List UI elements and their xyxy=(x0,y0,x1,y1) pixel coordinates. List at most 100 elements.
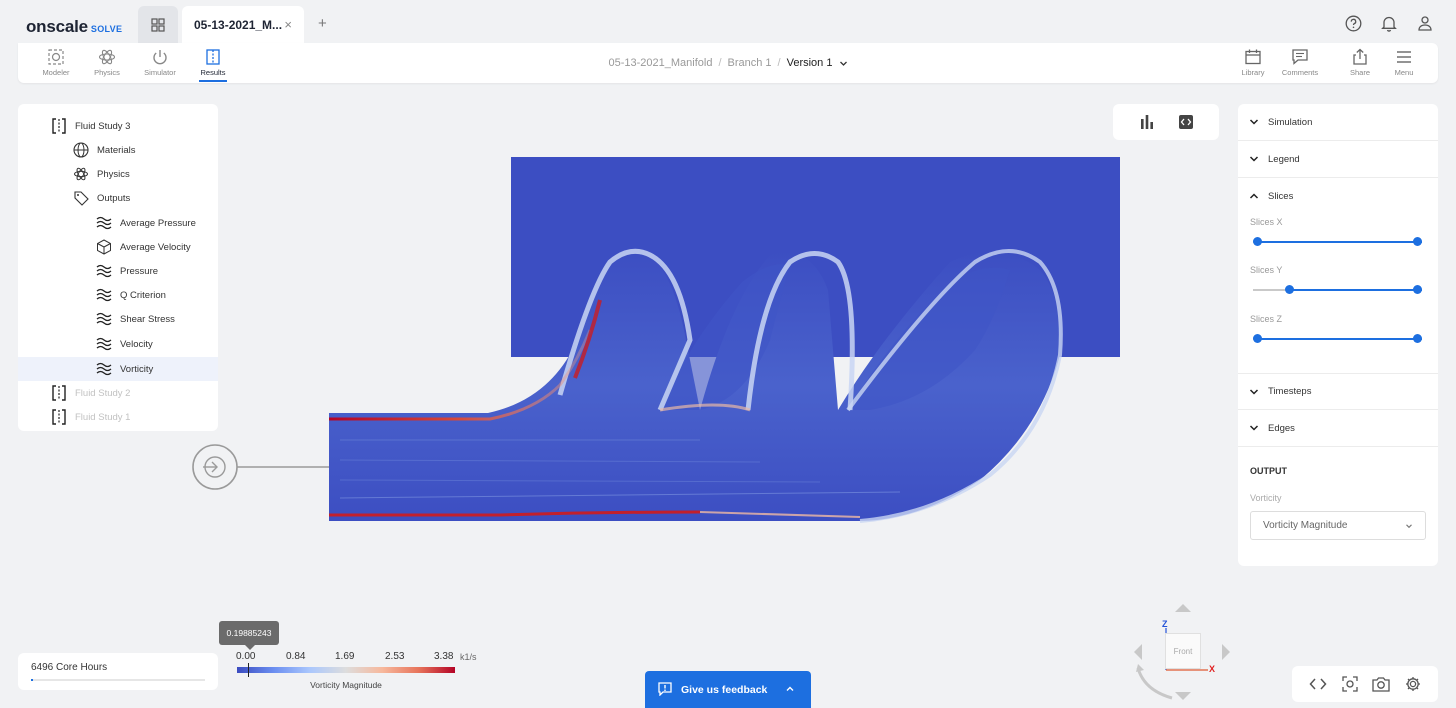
chevron-up-icon xyxy=(786,686,794,691)
logo[interactable]: onscale SOLVE xyxy=(26,17,122,37)
study-icon xyxy=(51,118,67,134)
roll-arc-icon[interactable] xyxy=(1136,667,1173,700)
slider-handle-min[interactable] xyxy=(1253,334,1262,343)
user-icon[interactable] xyxy=(1416,14,1434,32)
slider-handle-min[interactable] xyxy=(1285,285,1294,294)
rotate-up-icon[interactable] xyxy=(1175,604,1191,612)
share-tool[interactable]: Share xyxy=(1336,48,1384,77)
bar-chart-icon[interactable] xyxy=(1139,114,1155,130)
slices-z-slider[interactable] xyxy=(1253,334,1422,344)
fit-view-icon[interactable] xyxy=(1342,676,1358,692)
cube-front-face[interactable]: Front xyxy=(1165,633,1201,669)
colorbar-unit: k1/s xyxy=(460,652,477,662)
study-icon xyxy=(51,385,67,401)
rotate-down-icon[interactable] xyxy=(1175,692,1191,700)
comment-icon xyxy=(1292,49,1308,65)
tree-item-fluid-study-2[interactable]: Fluid Study 2 xyxy=(18,381,218,405)
inlet-icon[interactable] xyxy=(192,444,238,490)
tree-item-average-velocity[interactable]: Average Velocity xyxy=(18,235,218,259)
tree-item-materials[interactable]: Materials xyxy=(18,138,218,162)
wave-icon xyxy=(96,215,112,231)
rotate-left-icon[interactable] xyxy=(1134,644,1142,660)
tree-item-shear-stress[interactable]: Shear Stress xyxy=(18,307,218,331)
wave-icon xyxy=(96,311,112,327)
section-slices[interactable]: Slices xyxy=(1238,178,1438,215)
output-label: Vorticity xyxy=(1250,493,1282,503)
library-tool[interactable]: Library xyxy=(1229,48,1277,77)
tree-item-q-criterion[interactable]: Q Criterion xyxy=(18,283,218,307)
output-header: OUTPUT xyxy=(1250,466,1287,476)
code-box-icon[interactable] xyxy=(1178,114,1194,130)
slices-x-label: Slices X xyxy=(1250,217,1283,227)
colorbar-gradient xyxy=(237,667,455,673)
tree-item-average-pressure[interactable]: Average Pressure xyxy=(18,211,218,235)
section-simulation[interactable]: Simulation xyxy=(1238,104,1438,141)
share-icon xyxy=(1353,48,1367,65)
viewport-tools xyxy=(1113,104,1219,140)
close-tab-icon[interactable]: × xyxy=(284,17,292,32)
comments-tool[interactable]: Comments xyxy=(1276,48,1324,77)
tree-item-pressure[interactable]: Pressure xyxy=(18,259,218,283)
chevron-down-icon xyxy=(1249,156,1259,162)
colorbar-title: Vorticity Magnitude xyxy=(310,680,382,690)
chevron-down-icon xyxy=(1249,425,1259,431)
chevron-down-icon[interactable] xyxy=(839,59,848,68)
breadcrumb-project[interactable]: 05-13-2021_Manifold xyxy=(608,57,712,69)
tree-item-fluid-study-3[interactable]: Fluid Study 3 xyxy=(18,114,218,138)
menu-tool[interactable]: Menu xyxy=(1380,48,1428,77)
view-controls xyxy=(1292,666,1438,702)
study-icon xyxy=(51,409,67,425)
main-toolbar: Modeler Physics Simulator Results 05-13-… xyxy=(18,43,1438,83)
tree-item-outputs[interactable]: Outputs xyxy=(18,186,218,210)
bell-icon[interactable] xyxy=(1380,14,1398,32)
add-tab-button[interactable]: + xyxy=(318,15,327,32)
section-edges[interactable]: Edges xyxy=(1238,410,1438,447)
study-tree: Fluid Study 3 Materials Physics Outputs … xyxy=(18,104,218,431)
core-hours-progress xyxy=(31,679,205,681)
axis-z-label: Z xyxy=(1162,619,1168,629)
breadcrumb-branch[interactable]: Branch 1 xyxy=(728,57,772,69)
colorbar-marker xyxy=(248,663,249,677)
help-icon[interactable] xyxy=(1344,14,1362,32)
wave-icon xyxy=(96,361,112,377)
apps-grid-tab[interactable] xyxy=(138,6,178,44)
axis-x-label: X xyxy=(1209,664,1215,674)
slider-handle-min[interactable] xyxy=(1253,237,1262,246)
code-icon[interactable] xyxy=(1309,677,1327,691)
section-timesteps[interactable]: Timesteps xyxy=(1238,373,1438,410)
chevron-down-icon xyxy=(1406,524,1412,529)
core-hours-card: 6496 Core Hours xyxy=(18,653,218,690)
gear-icon[interactable] xyxy=(1405,676,1421,692)
atom-icon xyxy=(73,166,89,182)
calendar-icon xyxy=(1245,49,1261,65)
output-select[interactable]: Vorticity Magnitude xyxy=(1250,511,1426,540)
colorbar-tick: 0.84 xyxy=(286,651,306,662)
slider-handle-max[interactable] xyxy=(1413,285,1422,294)
chevron-down-icon xyxy=(1249,389,1259,395)
file-tab[interactable]: 05-13-2021_M... × xyxy=(182,6,304,44)
feedback-button[interactable]: Give us feedback xyxy=(645,671,811,708)
tree-item-vorticity[interactable]: Vorticity xyxy=(18,357,218,381)
breadcrumb-version[interactable]: Version 1 xyxy=(787,57,833,69)
slider-handle-max[interactable] xyxy=(1413,334,1422,343)
colorbar-tick: 0.00 xyxy=(236,651,256,662)
colorbar-tick: 1.69 xyxy=(335,651,355,662)
colorbar-tick: 3.38 xyxy=(434,651,454,662)
colorbar-tick: 2.53 xyxy=(385,651,405,662)
slices-y-slider[interactable] xyxy=(1253,285,1422,295)
tree-item-velocity[interactable]: Velocity xyxy=(18,332,218,356)
tag-icon xyxy=(73,190,89,206)
tree-item-fluid-study-1[interactable]: Fluid Study 1 xyxy=(18,405,218,429)
rotate-right-icon[interactable] xyxy=(1222,644,1230,660)
top-bar: onscale SOLVE 05-13-2021_M... × + xyxy=(0,0,1456,44)
chevron-up-icon xyxy=(1249,193,1259,199)
tree-item-physics[interactable]: Physics xyxy=(18,162,218,186)
feedback-icon xyxy=(658,682,672,696)
chevron-down-icon xyxy=(1249,119,1259,125)
slider-handle-max[interactable] xyxy=(1413,237,1422,246)
settings-panel: Simulation Legend Slices Slices X Slices… xyxy=(1238,104,1438,566)
breadcrumb: 05-13-2021_Manifold / Branch 1/Version 1 xyxy=(18,57,1438,69)
camera-icon[interactable] xyxy=(1372,676,1390,692)
slices-x-slider[interactable] xyxy=(1253,237,1422,247)
section-legend[interactable]: Legend xyxy=(1238,141,1438,178)
